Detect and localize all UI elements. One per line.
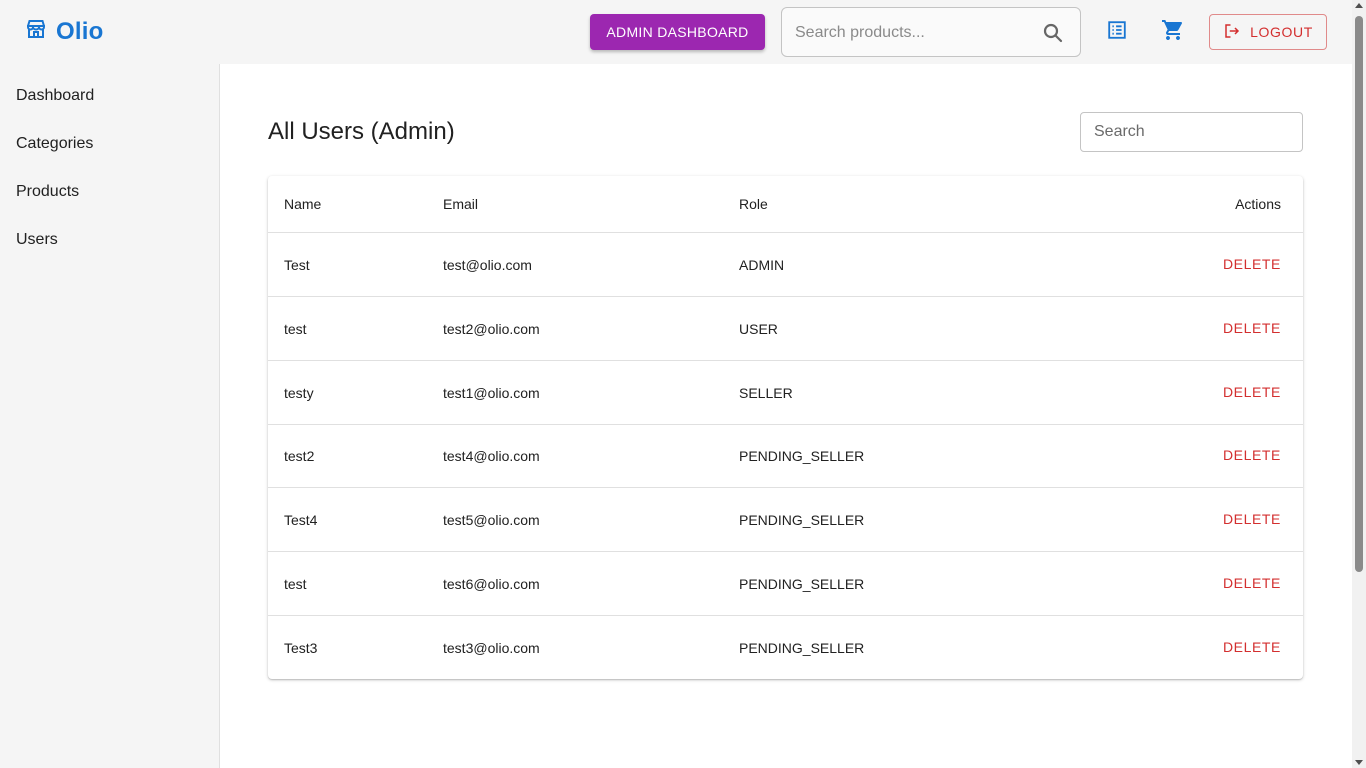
logout-label: LOGOUT bbox=[1250, 24, 1313, 40]
user-role: PENDING_SELLER bbox=[739, 511, 865, 528]
page-scrollbar[interactable] bbox=[1352, 0, 1366, 768]
brand-link[interactable]: Olio bbox=[24, 17, 103, 46]
column-header-actions: Actions bbox=[1235, 196, 1281, 212]
user-role: PENDING_SELLER bbox=[739, 447, 865, 464]
user-name: Test bbox=[284, 256, 310, 273]
user-role: USER bbox=[739, 320, 778, 337]
user-name: test bbox=[284, 575, 307, 592]
delete-button[interactable]: DELETE bbox=[1223, 447, 1281, 463]
shopping-cart-icon bbox=[1161, 18, 1185, 47]
delete-button[interactable]: DELETE bbox=[1223, 256, 1281, 272]
user-search-input[interactable] bbox=[1080, 112, 1303, 152]
user-email: test1@olio.com bbox=[443, 384, 540, 401]
user-role: ADMIN bbox=[739, 256, 785, 273]
user-email: test3@olio.com bbox=[443, 640, 540, 656]
delete-button[interactable]: DELETE bbox=[1223, 384, 1281, 400]
column-header-email: Email bbox=[443, 196, 479, 212]
user-email: test@olio.com bbox=[443, 256, 532, 273]
sidebar-item-dashboard[interactable]: Dashboard bbox=[16, 87, 94, 105]
main-content: All Users (Admin) Name Email Role Action… bbox=[220, 64, 1352, 768]
sidebar-item-products[interactable]: Products bbox=[16, 183, 79, 201]
logout-button[interactable]: LOGOUT bbox=[1209, 14, 1327, 50]
orders-button[interactable] bbox=[1101, 16, 1133, 48]
admin-dashboard-button[interactable]: ADMIN DASHBOARD bbox=[590, 14, 765, 50]
user-name: test bbox=[284, 320, 307, 337]
user-name: testy bbox=[284, 384, 314, 401]
scroll-up-arrow[interactable] bbox=[1355, 3, 1363, 8]
product-search-input[interactable] bbox=[795, 21, 1035, 45]
search-icon[interactable] bbox=[1041, 21, 1065, 45]
delete-button[interactable]: DELETE bbox=[1223, 320, 1281, 336]
user-role: PENDING_SELLER bbox=[739, 640, 865, 656]
table-row: testy test1@olio.com SELLER DELETE bbox=[268, 361, 1303, 425]
column-header-role: Role bbox=[739, 196, 768, 212]
table-row: test test2@olio.com USER DELETE bbox=[268, 297, 1303, 361]
table-row: test test6@olio.com PENDING_SELLER DELET… bbox=[268, 552, 1303, 616]
delete-button[interactable]: DELETE bbox=[1223, 511, 1281, 527]
logout-icon bbox=[1223, 22, 1241, 43]
product-search-box bbox=[781, 7, 1081, 57]
user-role: SELLER bbox=[739, 384, 793, 401]
delete-button[interactable]: DELETE bbox=[1223, 639, 1281, 655]
user-email: test2@olio.com bbox=[443, 320, 540, 337]
app-header: Olio ADMIN DASHBOARD Search products... … bbox=[0, 0, 1352, 64]
table-row: Test test@olio.com ADMIN DELETE bbox=[268, 233, 1303, 297]
user-email: test6@olio.com bbox=[443, 575, 540, 592]
table-row: test2 test4@olio.com PENDING_SELLER DELE… bbox=[268, 424, 1303, 488]
sidebar-item-categories[interactable]: Categories bbox=[16, 135, 93, 153]
table-header-row: Name Email Role Actions bbox=[268, 176, 1303, 233]
user-name: test2 bbox=[284, 447, 315, 464]
user-role: PENDING_SELLER bbox=[739, 575, 865, 592]
user-name: Test4 bbox=[284, 511, 318, 528]
sidebar: Dashboard Categories Products Users bbox=[0, 64, 220, 768]
user-name: Test3 bbox=[284, 640, 318, 656]
page-title: All Users (Admin) bbox=[268, 118, 455, 145]
sidebar-item-users[interactable]: Users bbox=[16, 231, 58, 249]
cart-button[interactable] bbox=[1157, 16, 1189, 48]
delete-button[interactable]: DELETE bbox=[1223, 575, 1281, 591]
table-row: Test3 test3@olio.com PENDING_SELLER DELE… bbox=[268, 616, 1303, 679]
user-email: test4@olio.com bbox=[443, 447, 540, 464]
table-row: Test4 test5@olio.com PENDING_SELLER DELE… bbox=[268, 488, 1303, 552]
scrollbar-thumb[interactable] bbox=[1355, 16, 1363, 572]
column-header-name: Name bbox=[284, 196, 322, 212]
user-email: test5@olio.com bbox=[443, 511, 540, 528]
list-alt-icon bbox=[1106, 19, 1128, 46]
brand-name: Olio bbox=[56, 17, 104, 45]
storefront-icon bbox=[24, 17, 48, 46]
users-table: Name Email Role Actions Test test@olio.c… bbox=[268, 176, 1303, 679]
scroll-down-arrow[interactable] bbox=[1355, 760, 1363, 765]
